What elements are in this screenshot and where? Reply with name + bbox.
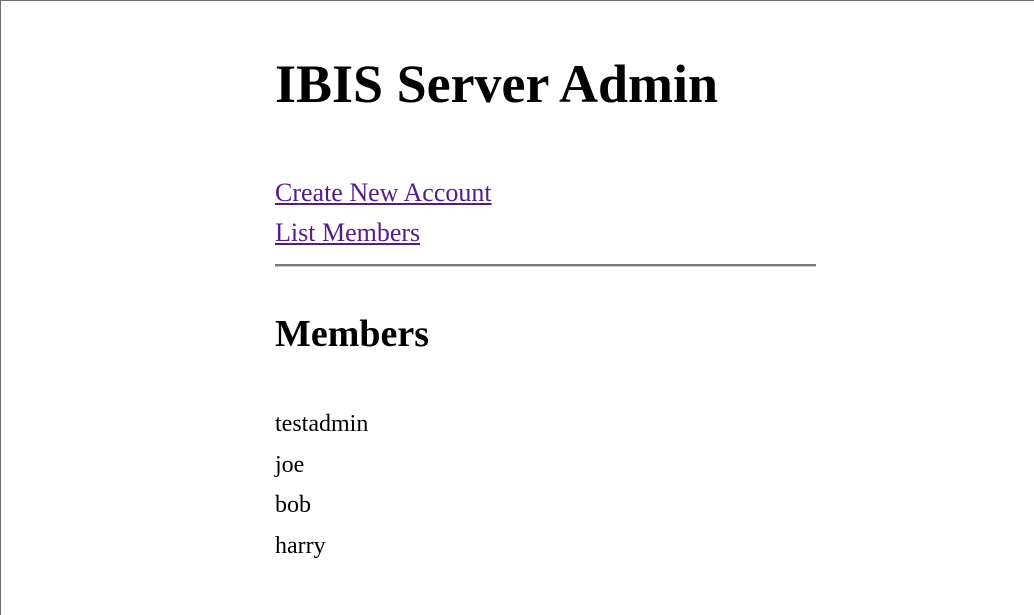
horizontal-divider [275,264,816,267]
list-members-link[interactable]: List Members [275,213,492,253]
list-item: testadmin [275,411,369,437]
members-heading: Members [275,313,430,355]
list-item: joe [275,451,305,478]
member-list: testadmin joe bob harry [275,404,368,566]
create-new-account-link[interactable]: Create New Account [275,173,492,213]
admin-nav: Create New Account List Members [275,173,492,253]
browser-viewport: IBIS Server Admin Create New Account Lis… [0,0,1034,615]
list-item: bob [275,492,311,518]
page-title: IBIS Server Admin [275,54,719,114]
list-item: harry [275,532,326,559]
